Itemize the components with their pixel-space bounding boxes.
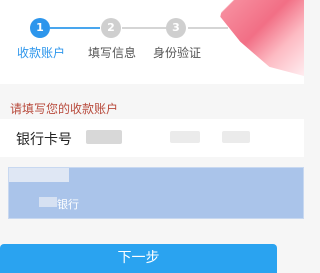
step-1-label: 收款账户 — [16, 46, 65, 60]
redacted-card-digits-3 — [222, 131, 250, 143]
redacted-bank-top — [9, 168, 69, 182]
step-2-circle: 2 — [101, 18, 121, 38]
redacted-area — [220, 0, 304, 76]
step-indicator-panel: 1 2 3 收款账户 填写信息 身份验证 — [0, 0, 304, 84]
bank-name-label: 银行 — [57, 198, 79, 211]
card-number-row: 银行卡号 — [0, 119, 304, 157]
redacted-card-digits-2 — [170, 131, 200, 143]
card-number-label: 银行卡号 — [16, 132, 72, 148]
step-connector-3-4 — [188, 27, 228, 29]
next-step-button[interactable]: 下一步 — [0, 244, 277, 273]
bank-info-panel[interactable] — [8, 167, 304, 219]
section-title: 请填写您的收款账户 — [10, 102, 119, 116]
redacted-card-digits — [86, 130, 122, 144]
step-1-circle: 1 — [30, 18, 50, 38]
redacted-bank-logo — [39, 197, 57, 207]
step-2-label: 填写信息 — [87, 46, 136, 60]
step-connector-1-2 — [50, 27, 100, 29]
step-3-label: 身份验证 — [152, 46, 201, 60]
step-3-circle: 3 — [166, 18, 186, 38]
